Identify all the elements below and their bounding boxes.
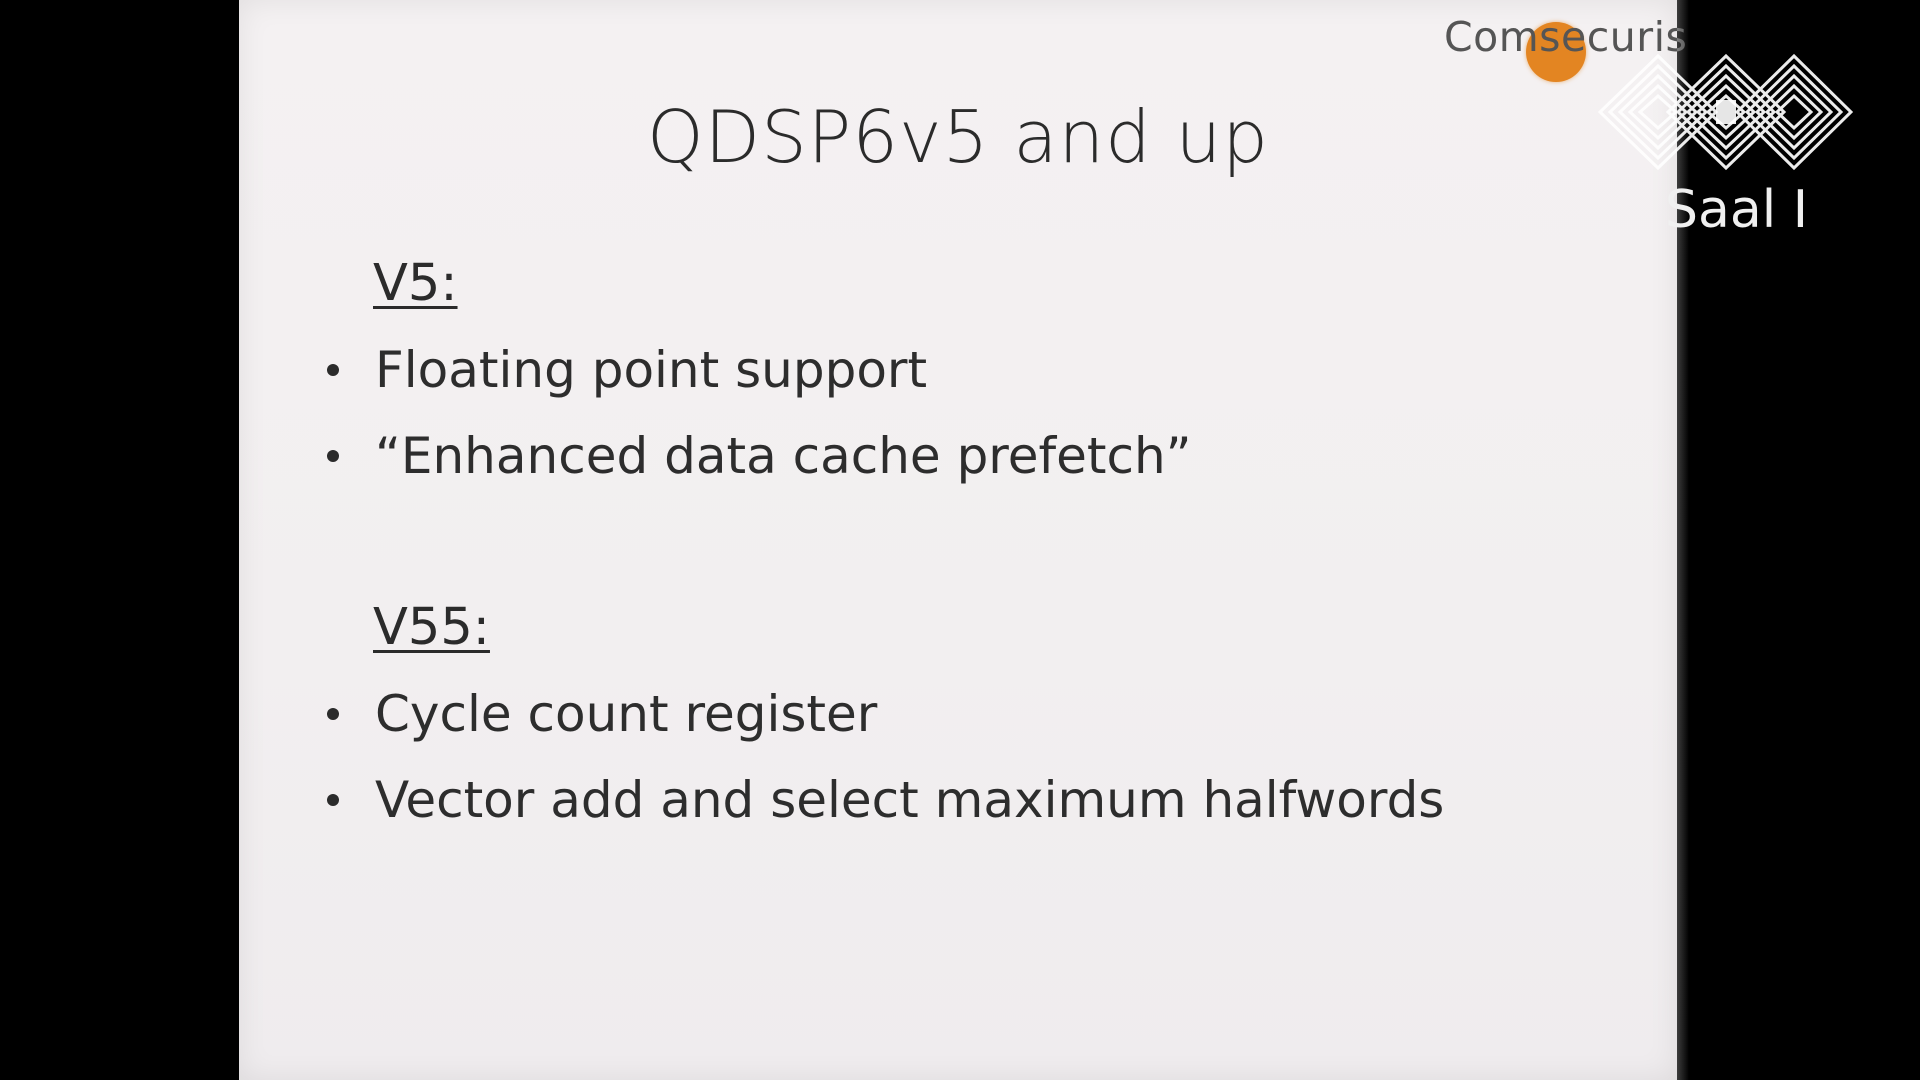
bullet-item: “Enhanced data cache prefetch” (327, 424, 1192, 488)
section-heading-v5: V5: (373, 254, 458, 313)
video-frame: Comsecuris QDSP6v5 and up V5: Floating p… (0, 0, 1920, 1080)
room-label: Saal I (1665, 180, 1809, 240)
bullet-item: Vector add and select maximum halfwords (327, 768, 1444, 832)
bullet-text: Floating point support (375, 341, 928, 399)
bullet-text: “Enhanced data cache prefetch” (375, 427, 1192, 485)
bullet-icon (327, 708, 339, 720)
ccc-logo-icon (1597, 52, 1854, 172)
bullet-item: Cycle count register (327, 682, 877, 746)
bullet-icon (327, 794, 339, 806)
slide-title: QDSP6v5 and up (646, 95, 1270, 179)
section-heading-v55: V55: (373, 598, 490, 657)
bullet-text: Cycle count register (375, 685, 878, 743)
bullet-item: Floating point support (327, 338, 927, 402)
bullet-icon (327, 364, 339, 376)
bullet-text: Vector add and select maximum halfwords (375, 771, 1445, 829)
presentation-slide: Comsecuris QDSP6v5 and up V5: Floating p… (239, 0, 1689, 1080)
bullet-icon (327, 450, 339, 462)
